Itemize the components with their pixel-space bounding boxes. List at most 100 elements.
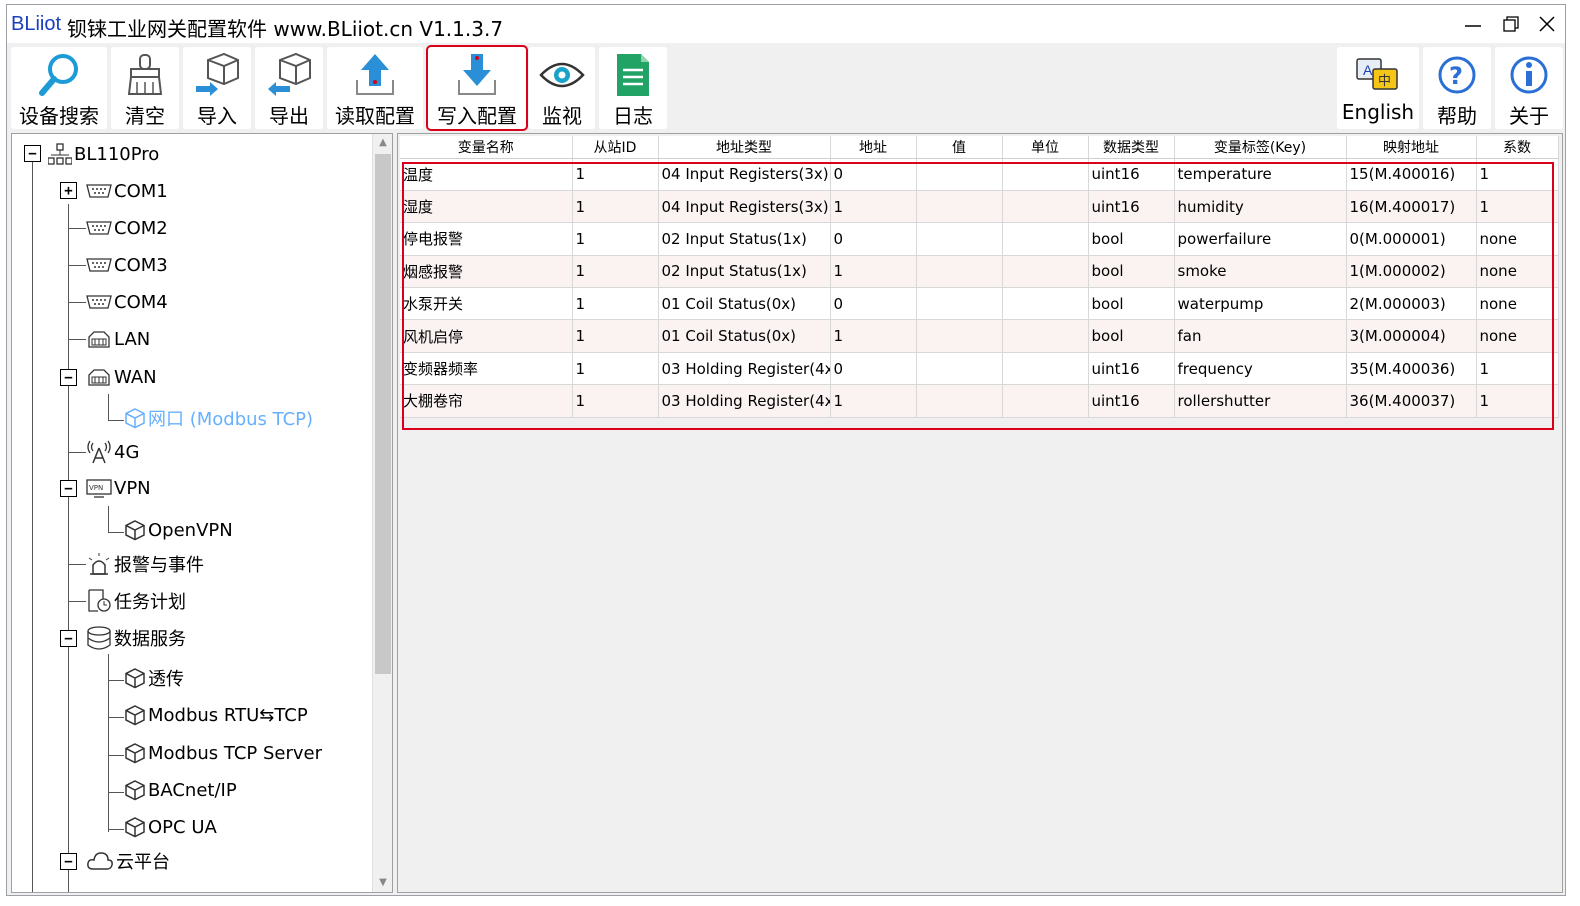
close-button[interactable] — [1529, 9, 1565, 39]
import-button[interactable]: 导入 — [183, 47, 251, 129]
table-cell[interactable]: bool — [1088, 222, 1175, 256]
table-cell[interactable]: temperature — [1174, 158, 1347, 191]
table-cell[interactable]: 03 Holding Register(4x) — [658, 352, 831, 386]
table-cell[interactable]: frequency — [1174, 352, 1347, 386]
tree-node-cloud[interactable]: 云平台 — [86, 845, 170, 877]
table-cell[interactable]: 1 — [572, 255, 659, 289]
table-cell[interactable] — [916, 190, 1003, 224]
table-cell[interactable] — [916, 158, 1003, 191]
tree-node-com2[interactable]: COM2 — [86, 212, 168, 244]
table-cell[interactable]: 0 — [830, 287, 917, 321]
column-header[interactable]: 映射地址 — [1346, 136, 1477, 159]
table-cell[interactable] — [1002, 287, 1089, 321]
read-config-button[interactable]: 读取配置 — [327, 47, 423, 129]
table-cell[interactable]: uint16 — [1088, 158, 1175, 191]
collapse-toggle-vpn[interactable]: − — [60, 480, 77, 497]
tree-node-root[interactable]: BL110Pro — [48, 138, 159, 170]
table-cell[interactable]: bool — [1088, 255, 1175, 289]
table-cell[interactable] — [916, 222, 1003, 256]
table-cell[interactable]: 0 — [830, 352, 917, 386]
table-cell[interactable] — [1002, 158, 1089, 191]
table-cell[interactable]: 03 Holding Register(4x) — [658, 384, 831, 418]
table-cell[interactable] — [1002, 384, 1089, 418]
table-cell[interactable] — [916, 352, 1003, 386]
table-cell[interactable]: 烟感报警 — [400, 255, 573, 289]
table-cell[interactable]: waterpump — [1174, 287, 1347, 321]
table-cell[interactable]: 16(M.400017) — [1346, 190, 1477, 224]
table-cell[interactable] — [916, 287, 1003, 321]
table-cell[interactable] — [1002, 255, 1089, 289]
minimize-button[interactable] — [1455, 9, 1491, 39]
table-cell[interactable] — [1002, 352, 1089, 386]
tree-node-task[interactable]: 任务计划 — [86, 585, 186, 617]
tree-node-wan[interactable]: WAN — [86, 361, 157, 393]
table-row[interactable]: 风机启停 1 01 Coil Status(0x) 1 bool fan 3(M.00000… — [400, 319, 1559, 353]
table-cell[interactable]: 1 — [1476, 190, 1559, 224]
table-cell[interactable]: powerfailure — [1174, 222, 1347, 256]
about-button[interactable]: 关于 — [1495, 47, 1563, 129]
table-cell[interactable] — [1002, 190, 1089, 224]
table-cell[interactable]: 风机启停 — [400, 319, 573, 353]
tree-scrollbar[interactable]: ▲ ▼ — [372, 134, 392, 892]
column-header[interactable]: 地址 — [830, 136, 917, 159]
table-cell[interactable]: uint16 — [1088, 190, 1175, 224]
table-cell[interactable]: 0 — [830, 222, 917, 256]
table-cell[interactable]: 温度 — [400, 158, 573, 191]
table-cell[interactable]: 1 — [572, 384, 659, 418]
table-cell[interactable]: 1 — [830, 384, 917, 418]
collapse-toggle-wan[interactable]: − — [60, 369, 77, 386]
table-cell[interactable]: 35(M.400036) — [1346, 352, 1477, 386]
tree-node-alarm[interactable]: 报警与事件 — [86, 548, 204, 580]
table-cell[interactable]: none — [1476, 222, 1559, 256]
table-cell[interactable]: 1 — [1476, 384, 1559, 418]
tree-node-wan-modbus-tcp[interactable]: 网口 (Modbus TCP) — [124, 402, 313, 434]
table-cell[interactable]: humidity — [1174, 190, 1347, 224]
table-cell[interactable]: 02 Input Status(1x) — [658, 255, 831, 289]
table-cell[interactable]: 1 — [1476, 352, 1559, 386]
table-cell[interactable]: 1 — [572, 352, 659, 386]
maximize-button[interactable] — [1493, 9, 1529, 39]
table-row[interactable]: 温度 1 04 Input Registers(3x) 0 uint16 temperat… — [400, 158, 1559, 191]
table-cell[interactable]: 01 Coil Status(0x) — [658, 287, 831, 321]
device-search-button[interactable]: 设备搜索 — [11, 47, 107, 129]
table-row[interactable]: 大棚卷帘 1 03 Holding Register(4x) 1 uint16 rolle… — [400, 384, 1559, 418]
tree-node-com4[interactable]: COM4 — [86, 286, 168, 318]
tree-node-com3[interactable]: COM3 — [86, 249, 168, 281]
table-cell[interactable]: 水泵开关 — [400, 287, 573, 321]
table-cell[interactable]: 变频器频率 — [400, 352, 573, 386]
table-cell[interactable]: none — [1476, 287, 1559, 321]
table-cell[interactable] — [1002, 222, 1089, 256]
table-cell[interactable] — [916, 384, 1003, 418]
tree-node-com1[interactable]: COM1 — [86, 175, 168, 207]
column-header[interactable]: 变量标签(Key) — [1174, 136, 1347, 159]
table-cell[interactable]: 停电报警 — [400, 222, 573, 256]
table-cell[interactable]: none — [1476, 255, 1559, 289]
column-header[interactable]: 从站ID — [572, 136, 659, 159]
table-row[interactable]: 水泵开关 1 01 Coil Status(0x) 0 bool waterpump 2(M… — [400, 287, 1559, 321]
expand-toggle-com1[interactable]: + — [60, 182, 77, 199]
collapse-toggle-cloud[interactable]: − — [60, 853, 77, 870]
column-header[interactable]: 系数 — [1476, 136, 1559, 159]
table-cell[interactable]: 1 — [572, 222, 659, 256]
table-cell[interactable]: 04 Input Registers(3x) — [658, 190, 831, 224]
table-cell[interactable]: 02 Input Status(1x) — [658, 222, 831, 256]
table-cell[interactable]: bool — [1088, 287, 1175, 321]
tree-node-dataservice[interactable]: 数据服务 — [86, 622, 186, 654]
table-cell[interactable]: smoke — [1174, 255, 1347, 289]
table-row[interactable]: 湿度 1 04 Input Registers(3x) 1 uint16 humidity… — [400, 190, 1559, 224]
table-cell[interactable]: 湿度 — [400, 190, 573, 224]
language-button[interactable]: A中 English — [1337, 47, 1419, 129]
table-cell[interactable]: 15(M.400016) — [1346, 158, 1477, 191]
table-cell[interactable]: 1 — [572, 287, 659, 321]
scroll-down-icon[interactable]: ▼ — [373, 874, 392, 892]
export-button[interactable]: 导出 — [255, 47, 323, 129]
clear-button[interactable]: 清空 — [111, 47, 179, 129]
table-cell[interactable]: 2(M.000003) — [1346, 287, 1477, 321]
table-cell[interactable] — [916, 319, 1003, 353]
table-cell[interactable]: 01 Coil Status(0x) — [658, 319, 831, 353]
table-cell[interactable]: bool — [1088, 319, 1175, 353]
tree-node-rtu-tcp[interactable]: Modbus RTU⇆TCP — [124, 699, 308, 731]
table-cell[interactable]: 1 — [572, 158, 659, 191]
table-cell[interactable]: 1(M.000002) — [1346, 255, 1477, 289]
table-cell[interactable]: 0 — [830, 158, 917, 191]
